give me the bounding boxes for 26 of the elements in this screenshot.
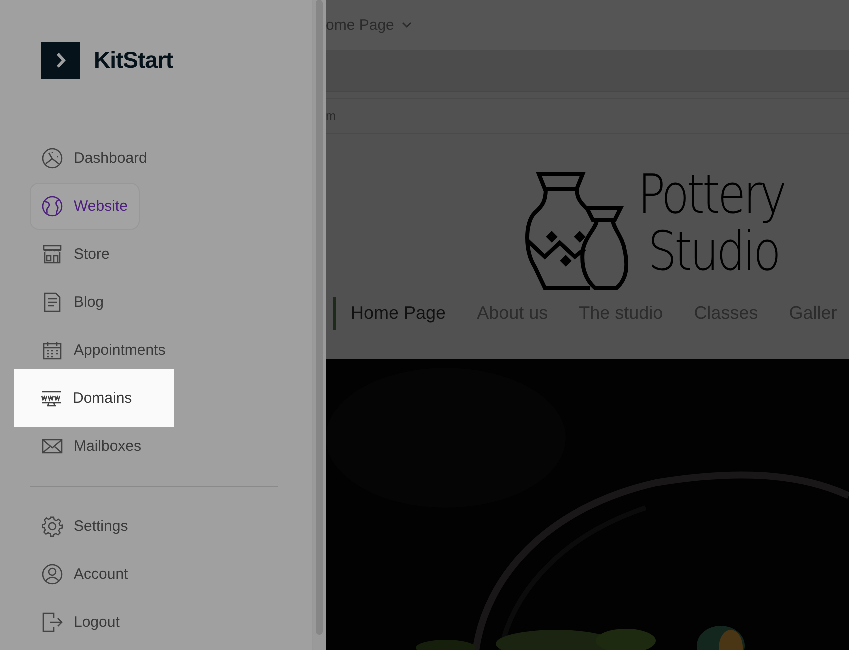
logo-text: Studio	[648, 224, 779, 280]
logo-text: Pottery	[638, 167, 785, 224]
sidebar-item[interactable]: Logout	[30, 603, 132, 641]
chevron-down-icon	[402, 22, 412, 28]
logo-icon	[41, 42, 80, 79]
storefront-icon	[42, 244, 63, 264]
brand-name: KitStart	[94, 47, 174, 74]
sidebar-item[interactable]: Store	[30, 235, 122, 273]
document-icon	[42, 292, 63, 312]
site-nav-link[interactable]: Home Page	[333, 297, 446, 330]
sidebar-item[interactable]: Dashboard	[30, 139, 160, 177]
logout-icon	[42, 612, 63, 632]
globe-icon	[42, 196, 63, 216]
sidebar-item[interactable]: Settings	[30, 507, 140, 545]
settings-icon	[42, 516, 63, 536]
sidebar-item[interactable]: Appointments	[30, 331, 178, 369]
gauge-icon	[42, 148, 63, 168]
sidebar-item[interactable]: Account	[30, 555, 140, 593]
user-icon	[42, 564, 63, 584]
sidebar-item[interactable]: Mailboxes	[30, 427, 154, 465]
scrollbar[interactable]	[313, 0, 326, 650]
sidebar-item[interactable]: Website	[30, 182, 140, 230]
calendar-icon	[42, 340, 63, 360]
vase-icon	[525, 171, 628, 291]
sidebar-item[interactable]: Blog	[30, 283, 116, 321]
sidebar-item[interactable]: Domains	[14, 369, 174, 427]
